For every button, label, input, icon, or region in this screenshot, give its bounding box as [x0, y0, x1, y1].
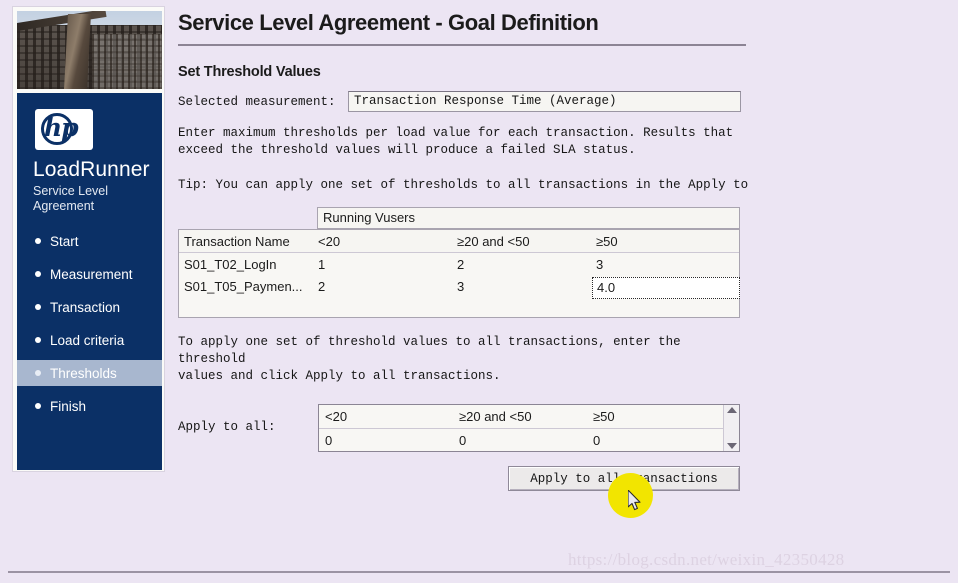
page-title: Service Level Agreement - Goal Definitio…	[178, 10, 599, 35]
bullet-icon	[35, 370, 41, 376]
sidebar-item-label: Thresholds	[50, 365, 117, 381]
cell-transaction-name: S01_T02_LogIn	[184, 256, 277, 272]
section-title: Set Threshold Values	[178, 64, 321, 80]
wizard-sidebar-panel: hp LoadRunner Service Level Agreement St…	[12, 6, 165, 472]
sidebar-item-label: Start	[50, 233, 79, 249]
main-content: Service Level Agreement - Goal Definitio…	[178, 0, 958, 583]
sidebar-item-label: Transaction	[50, 299, 121, 315]
cell-threshold-mid[interactable]: 2	[457, 257, 596, 272]
apply-to-all-label: Apply to all:	[178, 420, 276, 434]
apply-value-mid[interactable]: 0	[453, 433, 587, 448]
sidebar-item-finish[interactable]: Finish	[17, 393, 162, 419]
bullet-icon	[35, 238, 41, 244]
apply-grid-scrollbar[interactable]	[723, 405, 739, 451]
bullet-icon	[35, 271, 41, 277]
grid-header-row: Transaction Name <20 ≥20 and <50 ≥50	[179, 230, 739, 253]
sidebar-item-label: Finish	[50, 398, 87, 414]
cell-threshold-ge50-editor[interactable]: 4.0	[592, 277, 740, 299]
apply-instructions-line-2: values and click Apply to all transactio…	[178, 369, 501, 383]
sidebar-item-load-criteria[interactable]: Load criteria	[17, 327, 162, 353]
apply-value-lt20[interactable]: 0	[319, 433, 453, 448]
brand-subtitle-line2: Agreement	[33, 199, 95, 213]
sidebar-item-thresholds[interactable]: Thresholds	[17, 360, 162, 386]
brand-subtitle-line1: Service Level	[33, 184, 109, 198]
photo-coaster-lattice-right	[92, 34, 162, 89]
cell-threshold-mid[interactable]: 3	[457, 279, 596, 294]
column-header-transaction-name[interactable]: Transaction Name	[179, 234, 318, 249]
cell-threshold-ge50[interactable]: 3	[596, 257, 735, 272]
grid-body[interactable]: Transaction Name <20 ≥20 and <50 ≥50 S01…	[178, 229, 740, 318]
hp-logo: hp	[35, 109, 93, 150]
title-divider	[178, 44, 746, 46]
column-header-lt20[interactable]: <20	[318, 234, 457, 249]
sidebar-item-label: Load criteria	[50, 332, 125, 348]
mouse-pointer-icon	[628, 490, 641, 511]
triangle-down-icon[interactable]	[726, 443, 737, 449]
tip-paragraph: Tip: You can apply one set of thresholds…	[178, 178, 749, 192]
apply-value-row[interactable]: 0 0 0	[319, 429, 723, 452]
wizard-step-list: Start Measurement Transaction Load crite…	[17, 228, 162, 419]
cell-transaction-name: S01_T05_Paymen...	[184, 278, 303, 294]
cell-threshold-lt20[interactable]: 2	[318, 279, 457, 294]
sidebar-item-measurement[interactable]: Measurement	[17, 261, 162, 287]
wizard-nav: hp LoadRunner Service Level Agreement St…	[17, 93, 162, 470]
triangle-up-icon[interactable]	[726, 407, 737, 413]
apply-to-all-row: Apply to all: <20 ≥20 and <50 ≥50 0 0 0	[178, 404, 958, 452]
selected-measurement-label: Selected measurement:	[178, 94, 336, 109]
brand-subtitle: Service Level Agreement	[33, 184, 162, 214]
apply-column-header-ge20-lt50[interactable]: ≥20 and <50	[453, 409, 587, 424]
apply-button-row: Apply to all transactions	[178, 466, 958, 491]
roller-coaster-photo	[17, 11, 162, 89]
sidebar-item-label: Measurement	[50, 266, 133, 282]
apply-column-header-lt20[interactable]: <20	[319, 409, 453, 424]
instructions-line-1: Enter maximum thresholds per load value …	[178, 126, 734, 140]
bullet-icon	[35, 304, 41, 310]
brand-name: LoadRunner	[33, 158, 150, 181]
photo-coaster-ramp	[64, 14, 92, 89]
cell-threshold-lt20[interactable]: 1	[318, 257, 457, 272]
thresholds-grid: Running Vusers Transaction Name <20 ≥20 …	[178, 207, 740, 322]
apply-to-all-grid[interactable]: <20 ≥20 and <50 ≥50 0 0 0	[318, 404, 740, 452]
watermark-text: https://blog.csdn.net/weixin_42350428	[568, 550, 845, 569]
apply-instructions-line-1: To apply one set of threshold values to …	[178, 335, 681, 366]
instructions-line-2: exceed the threshold values will produce…	[178, 143, 636, 157]
apply-header-row: <20 ≥20 and <50 ≥50	[319, 405, 723, 429]
apply-value-ge50[interactable]: 0	[587, 433, 721, 448]
grid-group-header-running-vusers: Running Vusers	[317, 207, 740, 229]
bullet-icon	[35, 337, 41, 343]
table-row[interactable]: S01_T05_Paymen... 2 3 4.0	[179, 275, 740, 299]
apply-instructions-paragraph: To apply one set of threshold values to …	[178, 334, 753, 385]
apply-to-all-cells: <20 ≥20 and <50 ≥50 0 0 0	[319, 405, 723, 451]
sidebar-item-start[interactable]: Start	[17, 228, 162, 254]
selected-measurement-row: Selected measurement: Transaction Respon…	[178, 91, 958, 112]
sidebar-item-transaction[interactable]: Transaction	[17, 294, 162, 320]
table-row[interactable]: S01_T02_LogIn 1 2 3	[179, 253, 739, 275]
instructions-paragraph: Enter maximum thresholds per load value …	[178, 125, 753, 159]
hp-logo-text: hp	[44, 113, 79, 142]
selected-measurement-field: Transaction Response Time (Average)	[348, 91, 741, 112]
column-header-ge20-lt50[interactable]: ≥20 and <50	[457, 234, 596, 249]
column-header-ge50[interactable]: ≥50	[596, 234, 735, 249]
bottom-divider	[8, 571, 950, 573]
apply-column-header-ge50[interactable]: ≥50	[587, 409, 721, 424]
bullet-icon	[35, 403, 41, 409]
